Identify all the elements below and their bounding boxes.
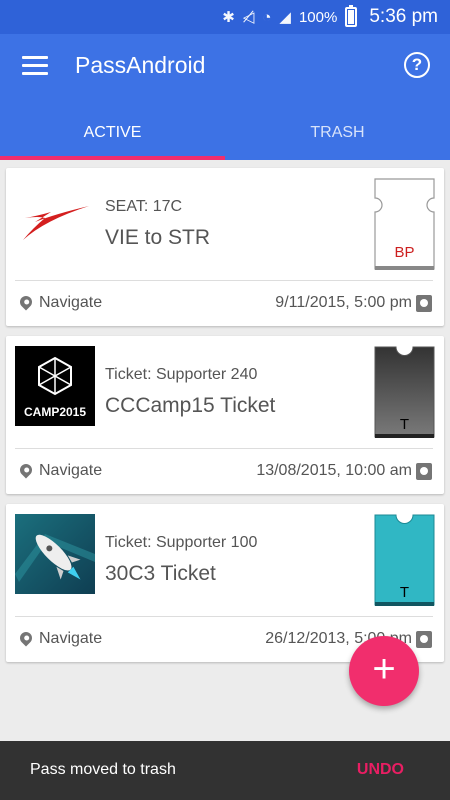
- undo-button[interactable]: UNDO: [357, 761, 404, 779]
- menu-icon[interactable]: [22, 56, 48, 76]
- pass-type-label: T: [399, 416, 410, 433]
- airline-logo: [15, 178, 95, 258]
- clock: 5:36 pm: [369, 6, 438, 27]
- pass-subtitle: Ticket: Supporter 100: [105, 534, 258, 551]
- navigate-label: Navigate: [39, 294, 103, 311]
- pass-title: 30C3 Ticket: [105, 562, 216, 585]
- pass-title: VIE to STR: [105, 226, 211, 249]
- divider: [15, 448, 433, 449]
- pass-card[interactable]: SEAT: 17C VIE to STR BP Navigate 9/11/20…: [6, 168, 444, 326]
- pass-type-icon: BP: [374, 178, 435, 271]
- pass-subtitle: Ticket: Supporter 240: [105, 366, 258, 383]
- navigate-button[interactable]: Navigate: [17, 461, 103, 480]
- location-pin-icon: [17, 629, 35, 646]
- calendar-icon: [416, 294, 432, 312]
- status-bar: ✱ ◁̸ ◔ ◢ 100% 5:36 pm: [0, 0, 450, 34]
- pass-type-label: T: [399, 584, 410, 601]
- signal-icon: ◢: [279, 9, 291, 26]
- app-bar: PassAndroid ? ACTIVE TRASH: [0, 34, 450, 160]
- pass-type-icon: T: [374, 346, 435, 439]
- mute-icon: ◁̸: [242, 9, 255, 26]
- tab-trash[interactable]: TRASH: [225, 120, 450, 160]
- calendar-icon: [416, 462, 432, 480]
- navigate-button[interactable]: Navigate: [17, 629, 103, 648]
- divider: [15, 616, 433, 617]
- battery-percent: 100%: [298, 8, 338, 26]
- location-pin-icon: [17, 461, 35, 478]
- add-pass-button[interactable]: +: [349, 636, 419, 706]
- navigate-button[interactable]: Navigate: [17, 293, 103, 312]
- tab-bar: ACTIVE TRASH: [0, 120, 450, 160]
- battery-icon: [345, 5, 358, 27]
- date-label: 13/08/2015, 10:00 am: [256, 462, 412, 479]
- navigate-label: Navigate: [39, 462, 103, 479]
- app-title: PassAndroid: [75, 52, 206, 78]
- pass-subtitle: SEAT: 17C: [105, 198, 183, 215]
- divider: [15, 280, 433, 281]
- svg-text:CAMP2015: CAMP2015: [24, 405, 86, 419]
- pass-title: CCCamp15 Ticket: [105, 394, 276, 417]
- pass-type-label: BP: [394, 244, 415, 261]
- pass-date[interactable]: 9/11/2015, 5:00 pm: [275, 294, 432, 312]
- snackbar: Pass moved to trash UNDO: [0, 741, 450, 800]
- help-icon[interactable]: ?: [404, 52, 430, 78]
- snackbar-message: Pass moved to trash: [30, 761, 176, 778]
- calendar-icon: [416, 630, 432, 648]
- pass-date[interactable]: 13/08/2015, 10:00 am: [256, 462, 432, 480]
- wifi-icon: ◔: [262, 8, 272, 26]
- pass-type-icon: T: [374, 514, 435, 607]
- bluetooth-icon: ✱: [222, 9, 235, 26]
- date-label: 9/11/2015, 5:00 pm: [275, 294, 412, 311]
- navigate-label: Navigate: [39, 630, 103, 647]
- tab-active[interactable]: ACTIVE: [0, 120, 225, 160]
- camp-logo: CAMP2015: [15, 346, 95, 426]
- rocket-logo: [15, 514, 95, 594]
- pass-card[interactable]: CAMP2015 Ticket: Supporter 240 CCCamp15 …: [6, 336, 444, 494]
- location-pin-icon: [17, 293, 35, 310]
